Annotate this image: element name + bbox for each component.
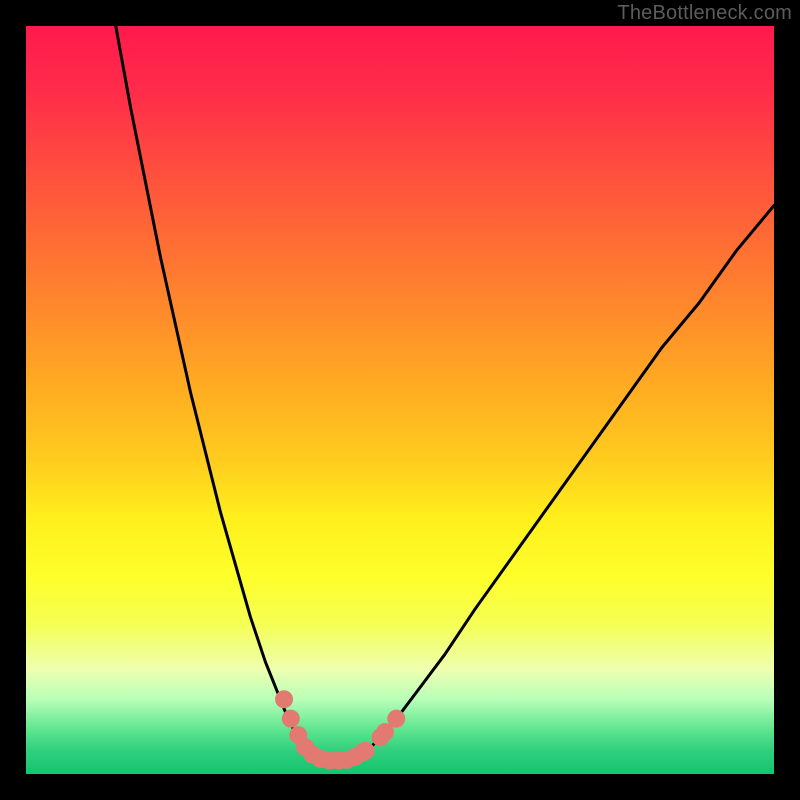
curve-marker	[282, 710, 300, 728]
curve-marker	[357, 742, 375, 760]
plot-area	[26, 26, 774, 774]
curve-marker	[275, 690, 293, 708]
series-group	[116, 26, 774, 761]
chart-svg	[26, 26, 774, 774]
watermark-text: TheBottleneck.com	[617, 2, 792, 25]
curve-marker	[387, 710, 405, 728]
marker-group	[275, 690, 405, 769]
chart-frame: TheBottleneck.com	[0, 0, 800, 800]
bottleneck-curve	[116, 26, 774, 761]
